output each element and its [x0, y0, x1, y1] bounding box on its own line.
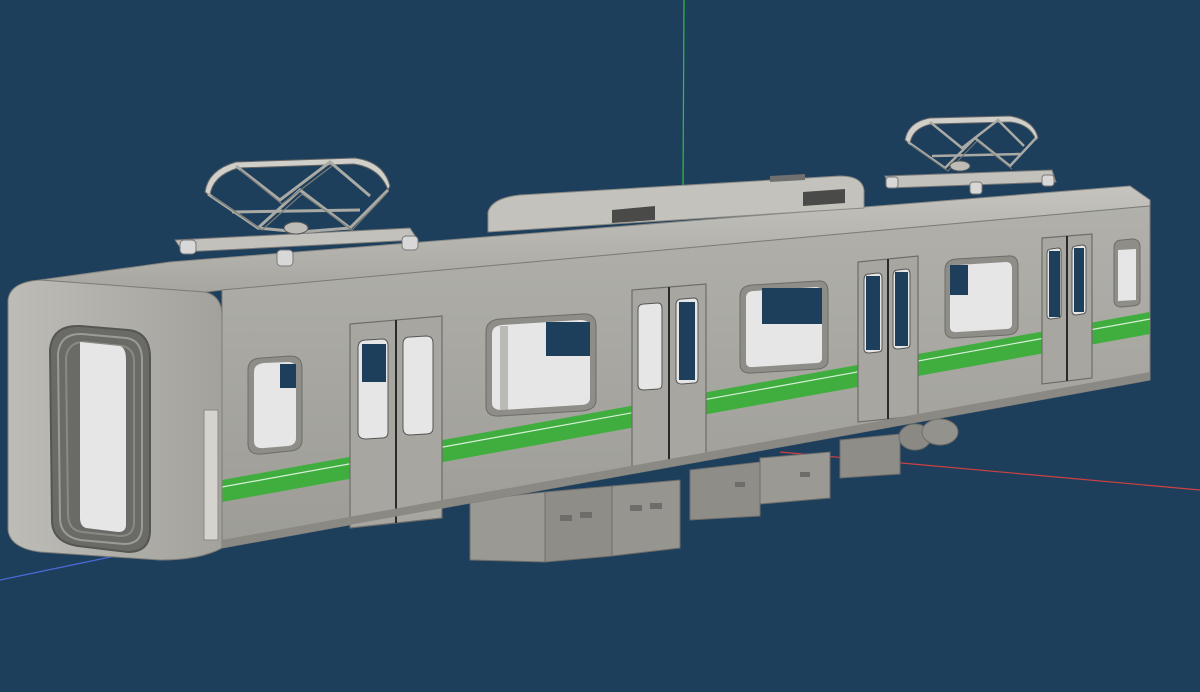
- pantograph-hinge: [283, 221, 309, 235]
- pantograph-hinge: [949, 160, 971, 172]
- insulator: [885, 176, 899, 189]
- door-3-window-right-pane: [895, 272, 908, 346]
- door-4-window-left-pane: [1049, 251, 1060, 317]
- panel-detail: [560, 515, 572, 521]
- underfloor-box-4: [689, 461, 761, 521]
- underfloor-box-3: [611, 479, 681, 557]
- insulator: [1041, 174, 1055, 187]
- window-4-upper-pane: [950, 265, 968, 295]
- 3d-viewport[interactable]: [0, 0, 1200, 692]
- door-3-window-left-pane: [866, 276, 880, 350]
- panel-detail: [580, 512, 592, 518]
- gangway-opening: [48, 324, 151, 554]
- door-1-window-left-pane: [362, 344, 386, 382]
- underfloor-box-5: [759, 451, 831, 505]
- panel-detail: [650, 503, 662, 509]
- pantograph-arm: [231, 208, 361, 214]
- insulator: [276, 249, 294, 267]
- underfloor-box-1: [469, 491, 546, 563]
- roof-duct-vent-2: [803, 189, 845, 206]
- underfloor-box-6: [839, 433, 901, 479]
- underfloor-box-2: [544, 485, 613, 563]
- front-side-panel: [203, 409, 219, 541]
- door-2-window-right-pane: [679, 302, 695, 380]
- window-1-upper-pane: [280, 364, 296, 388]
- door-4-window-right-pane: [1074, 248, 1084, 312]
- window-2-side-pane: [500, 326, 508, 410]
- gangway-interior: [80, 342, 126, 532]
- panel-detail: [630, 505, 642, 511]
- insulator: [969, 181, 983, 195]
- door-1-window-right: [402, 335, 434, 436]
- panel-detail: [735, 482, 745, 487]
- panel-detail: [800, 472, 810, 477]
- window-5-glass: [1118, 249, 1136, 301]
- insulator: [401, 235, 419, 251]
- insulator: [179, 239, 197, 255]
- window-2-upper-pane: [546, 322, 590, 356]
- door-2-window-left: [637, 302, 663, 391]
- window-3-upper-pane: [762, 288, 822, 324]
- air-tank-2: [921, 418, 959, 446]
